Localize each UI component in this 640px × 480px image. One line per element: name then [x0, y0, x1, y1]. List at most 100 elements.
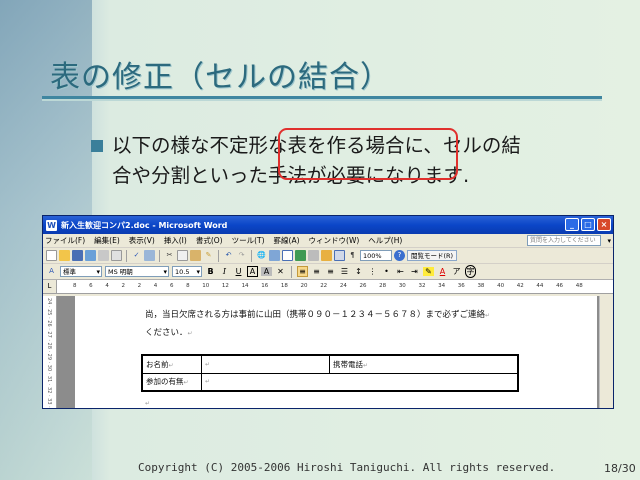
- insert-excel-icon[interactable]: [295, 250, 306, 261]
- italic-icon[interactable]: I: [219, 267, 230, 276]
- word-menubar: ファイル(F) 編集(E) 表示(V) 挿入(I) 書式(O) ツール(T) 罫…: [43, 234, 613, 248]
- menu-format[interactable]: 書式(O): [196, 235, 223, 246]
- cut-icon[interactable]: ✂: [164, 250, 175, 261]
- menu-view[interactable]: 表示(V): [129, 235, 155, 246]
- ruler-tick: 34: [438, 283, 446, 289]
- ruler-tick: 46: [556, 283, 564, 289]
- document-map-icon[interactable]: [334, 250, 345, 261]
- cell-attend-label: 参加の有無↵: [146, 377, 189, 386]
- menu-window[interactable]: ウィンドウ(W): [309, 235, 360, 246]
- align-right-icon[interactable]: ≡: [325, 267, 336, 276]
- word-window-screenshot: W 新入生歓迎コンパ2.doc - Microsoft Word _ □ × フ…: [42, 215, 614, 409]
- ruler-tick: 36: [457, 283, 465, 289]
- styles-pane-icon[interactable]: A: [46, 266, 57, 277]
- font-select[interactable]: MS 明朝: [105, 266, 169, 277]
- open-folder-icon[interactable]: [59, 250, 70, 261]
- word-app-icon: W: [46, 219, 57, 231]
- print-icon[interactable]: [98, 250, 109, 261]
- tables-borders-icon[interactable]: [269, 250, 280, 261]
- insert-table-icon[interactable]: [282, 250, 293, 261]
- font-size-select[interactable]: 10.5: [172, 266, 202, 277]
- hyperlink-icon[interactable]: 🌐: [256, 250, 267, 261]
- align-center-icon[interactable]: ≡: [311, 267, 322, 276]
- ruler-tick: 10: [202, 283, 210, 289]
- show-hide-icon[interactable]: ¶: [347, 250, 358, 261]
- ruler-tick: 30: [398, 283, 406, 289]
- character-shading-icon[interactable]: A: [261, 267, 272, 276]
- doc-table[interactable]: お名前↵ ↵ 携帯電話↵ 参加の有無↵ ↵: [141, 354, 519, 392]
- print-preview-icon[interactable]: [111, 250, 122, 261]
- document-page[interactable]: 尚，当日欠席される方は事前に山田（携帯０９０－１２３４－５６７８）まで必ずご連絡…: [75, 296, 597, 408]
- font-color-icon[interactable]: A: [437, 267, 448, 276]
- table-divider: [201, 356, 202, 390]
- copy-icon[interactable]: [177, 250, 188, 261]
- ruler-tick: 2: [137, 283, 142, 289]
- menu-file[interactable]: ファイル(F): [45, 235, 85, 246]
- line-spacing-icon[interactable]: ↕: [353, 267, 364, 276]
- doc-text-line-1: 尚，当日欠席される方は事前に山田（携帯０９０－１２３４－５６７８）まで必ずご連絡…: [145, 310, 491, 320]
- help-dropdown-icon[interactable]: ▾: [607, 237, 611, 245]
- toolbar-separator: [159, 249, 160, 262]
- table-cell-empty: ↵: [205, 361, 211, 368]
- doc-text-line-2: ください．↵: [145, 328, 193, 338]
- menu-table[interactable]: 罫線(A): [274, 235, 300, 246]
- increase-indent-icon[interactable]: ⇥: [409, 267, 420, 276]
- spelling-icon[interactable]: ✓: [131, 250, 142, 261]
- ruler-tick: 4: [153, 283, 158, 289]
- toolbar-separator: [291, 265, 292, 278]
- save-icon[interactable]: [72, 250, 83, 261]
- ruler-tick: 48: [575, 283, 583, 289]
- bullets-icon[interactable]: •: [381, 267, 392, 276]
- format-painter-icon[interactable]: ✎: [203, 250, 214, 261]
- character-scale-icon[interactable]: ✕: [275, 267, 286, 276]
- highlight-icon[interactable]: ✎: [423, 267, 434, 276]
- document-area: 24 · 25 · 26 · 27 · 28 · 29 · 30 · 31 · …: [43, 296, 613, 408]
- maximize-icon[interactable]: □: [581, 218, 595, 231]
- word-window-title: 新入生歓迎コンパ2.doc - Microsoft Word: [61, 220, 228, 230]
- underline-icon[interactable]: U: [233, 267, 244, 276]
- ruler-tick: 26: [359, 283, 367, 289]
- menu-insert[interactable]: 挿入(I): [164, 235, 187, 246]
- minimize-icon[interactable]: _: [565, 218, 579, 231]
- paste-icon[interactable]: [190, 250, 201, 261]
- numbering-icon[interactable]: ⋮: [367, 267, 378, 276]
- menu-tools[interactable]: ツール(T): [232, 235, 265, 246]
- ruler-tick: 12: [221, 283, 229, 289]
- read-mode-button[interactable]: 閲覧モード(R): [407, 250, 458, 261]
- ruler-tick: 28: [379, 283, 387, 289]
- research-icon[interactable]: [144, 250, 155, 261]
- new-document-icon[interactable]: [46, 250, 57, 261]
- help-question-input[interactable]: 質問を入力してください: [527, 235, 601, 246]
- style-select[interactable]: 標準: [60, 266, 102, 277]
- vertical-scrollbar[interactable]: [599, 296, 613, 408]
- menu-edit[interactable]: 編集(E): [94, 235, 120, 246]
- zoom-select[interactable]: 100%: [360, 250, 392, 261]
- decrease-indent-icon[interactable]: ⇤: [395, 267, 406, 276]
- redo-icon[interactable]: ↷: [236, 250, 247, 261]
- doc-text-line-3: ↵: [145, 400, 151, 407]
- character-border-icon[interactable]: A: [247, 266, 258, 277]
- align-justify-icon[interactable]: ≡: [297, 266, 308, 277]
- copyright-footer: Copyright (C) 2005-2006 Hiroshi Taniguch…: [138, 461, 556, 474]
- table-cell-empty: ↵: [205, 378, 211, 385]
- word-titlebar: W 新入生歓迎コンパ2.doc - Microsoft Word _ □ ×: [43, 216, 613, 234]
- drawing-icon[interactable]: [321, 250, 332, 261]
- bold-icon[interactable]: B: [205, 267, 216, 276]
- help-icon[interactable]: ?: [394, 250, 405, 261]
- horizontal-ruler[interactable]: L 8 6 4 2 2 4 6 8 10 12 14 16 18 20 22 2…: [43, 280, 613, 294]
- enclose-character-icon[interactable]: 字: [465, 265, 476, 278]
- standard-toolbar: ✓ ✂ ✎ ↶ ↷ 🌐 ¶ 100% ? 閲覧モード(R): [43, 248, 613, 264]
- tab-selector-icon[interactable]: L: [43, 280, 57, 293]
- menu-help[interactable]: ヘルプ(H): [368, 235, 402, 246]
- distributed-icon[interactable]: ☰: [339, 267, 350, 276]
- ruler-tick: 8: [186, 283, 190, 289]
- ruler-tick: 42: [516, 283, 524, 289]
- toolbar-separator: [126, 249, 127, 262]
- formatting-toolbar: A 標準 MS 明朝 10.5 B I U A A ✕ ≡ ≡ ≡ ☰ ↕ ⋮ …: [43, 264, 613, 280]
- permission-icon[interactable]: [85, 250, 96, 261]
- columns-icon[interactable]: [308, 250, 319, 261]
- ruler-tick: 32: [418, 283, 426, 289]
- close-icon[interactable]: ×: [597, 218, 611, 231]
- phonetic-guide-icon[interactable]: ア: [451, 266, 462, 277]
- undo-icon[interactable]: ↶: [223, 250, 234, 261]
